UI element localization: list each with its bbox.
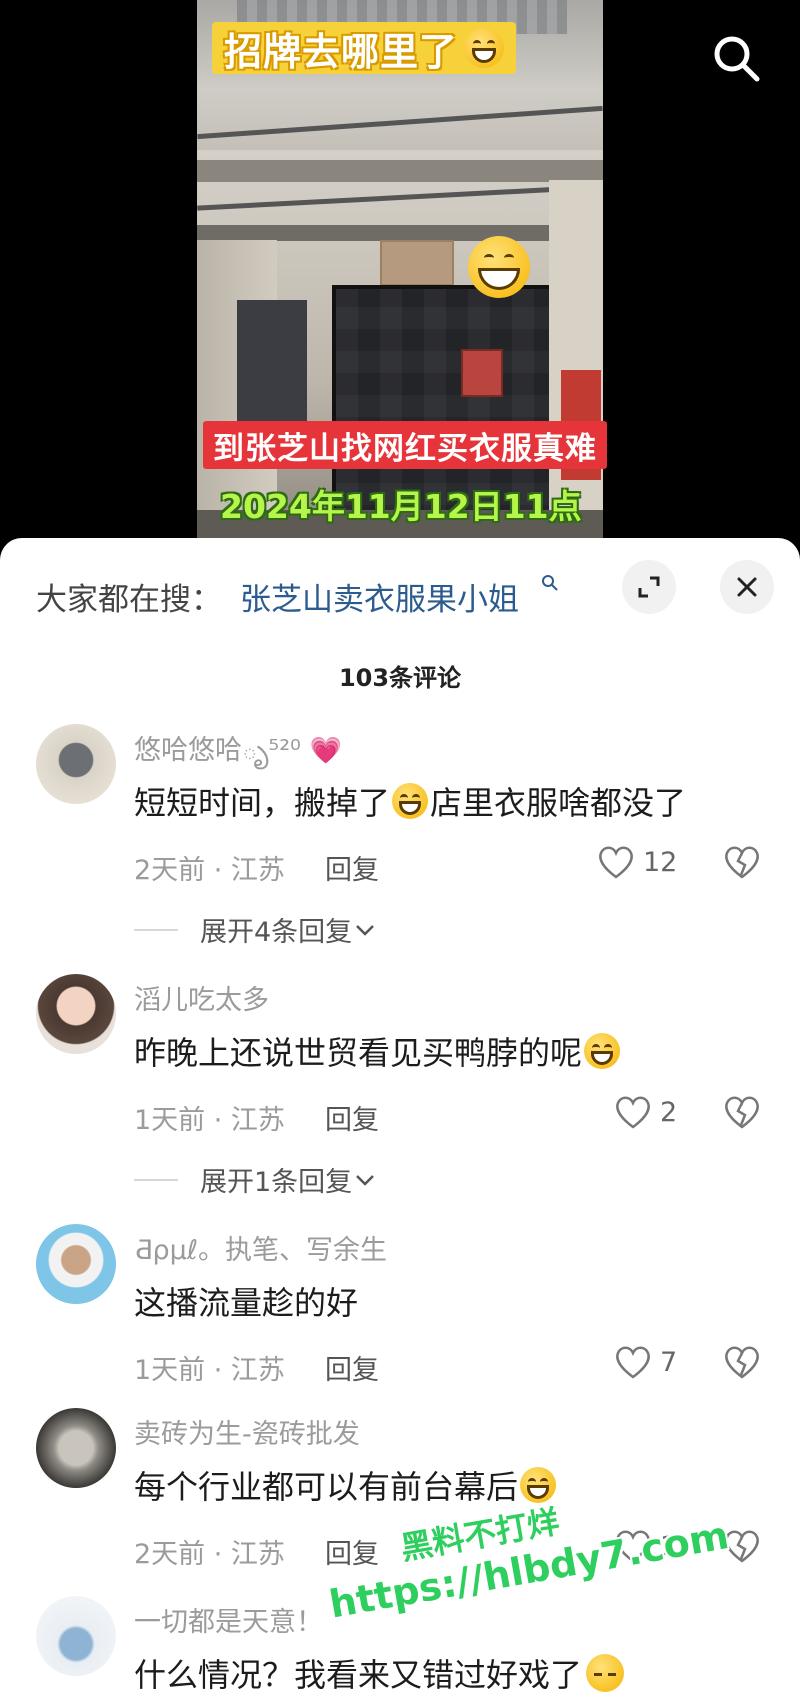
- comment-username[interactable]: Ƌρμℓ。执笔、写余生: [134, 1228, 387, 1267]
- comment-username[interactable]: 滔儿吃太多: [134, 978, 269, 1017]
- divider-line: [134, 928, 178, 931]
- comment-item: 悠哈悠哈ృ⁵²⁰ 💗 短短时间，搬掉了 店里衣服啥都没了 2天前 · 江苏 回复…: [0, 724, 800, 964]
- comment-meta: 2天前 · 江苏: [134, 855, 285, 886]
- comment-count: 103条评论: [338, 664, 462, 692]
- video-caption: 到张芝山找网红买衣服真难: [203, 421, 607, 469]
- search-icon[interactable]: [708, 30, 764, 86]
- comment-meta: 1天前 · 江苏: [134, 1355, 285, 1386]
- heart-icon: [599, 846, 633, 879]
- comment-meta: 1天前 · 江苏: [134, 1105, 285, 1136]
- broken-heart-icon[interactable]: [722, 1342, 762, 1382]
- reply-button[interactable]: 回复: [325, 1348, 379, 1387]
- expand-replies[interactable]: 展开4条回复: [134, 910, 378, 949]
- search-mini-icon[interactable]: [541, 574, 559, 592]
- broken-heart-icon[interactable]: [722, 842, 762, 882]
- avatar[interactable]: [36, 974, 116, 1054]
- expand-replies[interactable]: 展开1条回复: [134, 1160, 378, 1199]
- comment-item: 滔儿吃太多 昨晚上还说世贸看见买鸭脖的呢 1天前 · 江苏 回复 2 展开1条回…: [0, 974, 800, 1214]
- avatar[interactable]: [36, 1596, 116, 1676]
- awning: [197, 225, 603, 241]
- chevron-down-icon: [356, 1174, 375, 1186]
- comment-text: 每个行业都可以有前台幕后: [134, 1462, 557, 1508]
- grinning-emoji-icon: [468, 236, 530, 298]
- video-title-text: 招牌去哪里了: [224, 29, 459, 74]
- trending-search-link[interactable]: 张芝山卖衣服果小姐: [240, 574, 519, 619]
- video-date: 2024年11月12日11点: [220, 487, 582, 526]
- sweat-smile-emoji-icon: [392, 783, 429, 819]
- comment-text: 什么情况？我看来又错过好戏了: [134, 1650, 625, 1696]
- avatar[interactable]: [36, 1408, 116, 1488]
- trending-label: 大家都在搜：: [36, 582, 222, 618]
- comment-text: 短短时间，搬掉了 店里衣服啥都没了: [134, 783, 687, 822]
- pensive-emoji-icon: [586, 1654, 625, 1692]
- reply-button[interactable]: 回复: [325, 848, 379, 887]
- comment-username[interactable]: 一切都是天意！: [134, 1600, 323, 1639]
- comment-meta: 2天前 · 江苏: [134, 1539, 285, 1570]
- door-notice: [461, 349, 503, 397]
- removed-signboard: [380, 240, 454, 286]
- avatar[interactable]: [36, 1224, 116, 1304]
- comment-text: 这播流量趁的好: [134, 1284, 359, 1322]
- rolling-laughing-emoji-icon: [464, 28, 505, 68]
- pink-heart-icon: 💗: [309, 736, 342, 766]
- close-icon: [737, 577, 757, 597]
- video-player[interactable]: 招牌去哪里了 到张芝山找网红买衣服真难 2024年11月12日11点: [0, 0, 800, 545]
- trending-search-row: 大家都在搜： 张芝山卖衣服果小姐: [0, 538, 800, 638]
- video-title-sticker: 招牌去哪里了: [212, 22, 517, 74]
- roof-beam: [197, 184, 603, 211]
- heart-icon: [616, 1346, 650, 1379]
- video-caption-text: 到张芝山找网红买衣服真难: [213, 430, 597, 467]
- rolling-laughing-emoji-icon: [584, 1033, 621, 1069]
- divider-line: [134, 1178, 178, 1181]
- chevron-down-icon: [356, 924, 375, 936]
- expand-replies-label: 展开4条回复: [200, 917, 353, 948]
- broken-heart-icon[interactable]: [722, 1092, 762, 1132]
- like-button[interactable]: 12: [597, 842, 677, 882]
- reply-button[interactable]: 回复: [325, 1098, 379, 1137]
- expand-icon: [638, 576, 660, 598]
- heart-icon: [616, 1096, 650, 1129]
- comment-text: 昨晚上还说世贸看见买鸭脖的呢: [134, 1028, 621, 1074]
- like-count: 7: [660, 1346, 678, 1378]
- close-button[interactable]: [720, 560, 774, 614]
- avatar[interactable]: [36, 724, 116, 804]
- comment-username[interactable]: 悠哈悠哈ృ⁵²⁰ 💗: [134, 728, 342, 773]
- expand-button[interactable]: [622, 560, 676, 614]
- like-button[interactable]: 7: [614, 1342, 677, 1382]
- expand-replies-label: 展开1条回复: [200, 1167, 353, 1198]
- comment-item: Ƌρμℓ。执笔、写余生 这播流量趁的好 1天前 · 江苏 回复 7: [0, 1224, 800, 1404]
- awning: [197, 160, 603, 182]
- like-count: 2: [660, 1096, 678, 1128]
- comment-username[interactable]: 卖砖为生-瓷砖批发: [134, 1412, 360, 1451]
- like-count: 12: [643, 846, 678, 878]
- like-button[interactable]: 2: [614, 1092, 677, 1132]
